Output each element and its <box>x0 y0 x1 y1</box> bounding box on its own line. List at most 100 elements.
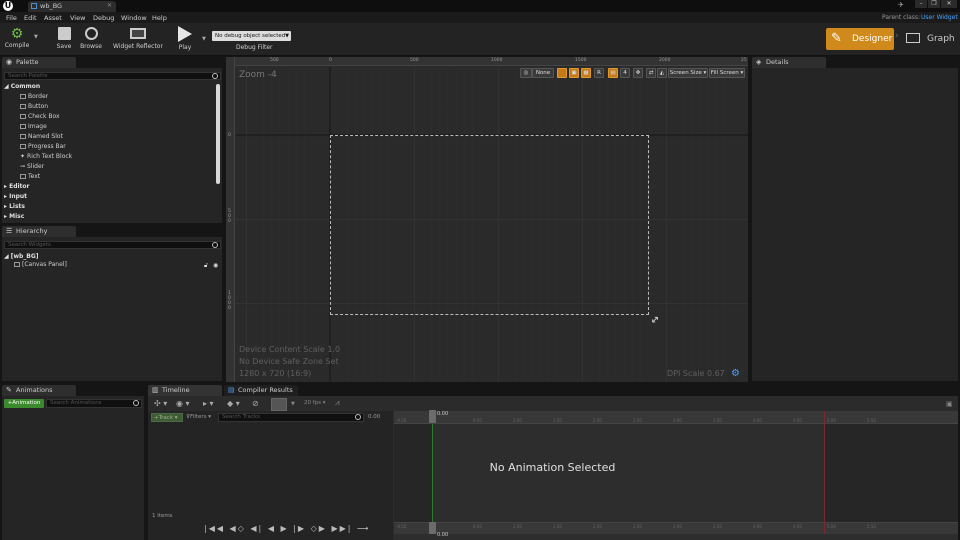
palette-category-common[interactable]: ◢ Common <box>4 82 40 92</box>
play-range-icon[interactable]: ▸ ▾ <box>203 399 214 408</box>
fill-screen-dropdown[interactable]: Fill Screen ▾ <box>709 68 745 78</box>
hierarchy-search-input[interactable]: Search Widgets <box>4 241 221 249</box>
widget-reflector-button[interactable]: Widget Reflector <box>112 25 164 55</box>
palette-search-input[interactable]: Search Palette <box>4 72 221 80</box>
jump-end-icon[interactable]: ▶▶| <box>331 524 352 533</box>
menu-window[interactable]: Window <box>121 14 147 22</box>
palette-item-border[interactable]: Border <box>20 92 48 102</box>
ruler-tick-label: 3.50 <box>713 524 722 529</box>
toggle-button-1[interactable] <box>557 68 567 78</box>
compile-options-arrow-icon[interactable]: ▼ <box>34 34 38 40</box>
parent-class-link[interactable]: User Widget <box>921 14 958 21</box>
browse-button[interactable]: Browse <box>78 25 104 55</box>
play-forward-icon[interactable]: ▶ <box>281 524 289 533</box>
palette-item-rich-text-block[interactable]: ✦ Rich Text Block <box>20 152 72 162</box>
widget-tools-icon[interactable]: ◎ <box>520 68 532 78</box>
title-bar: U wb_BG ✕ ✈ – ❐ ✕ <box>0 0 960 12</box>
settings-toggle-icon[interactable]: ▣ <box>946 400 953 408</box>
key-tools-icon[interactable]: ✣ ▾ <box>154 399 167 408</box>
designer-mode-button[interactable]: ✎ Designer <box>826 28 894 50</box>
tab-animations[interactable]: ✎ Animations <box>2 385 76 396</box>
menu-asset[interactable]: Asset <box>44 14 62 22</box>
step-forward-icon[interactable]: |▶ <box>293 524 306 533</box>
grid-snap-value[interactable]: 4 <box>620 68 630 78</box>
palette-item-button[interactable]: Button <box>20 102 48 112</box>
minimize-button[interactable]: – <box>915 0 927 8</box>
palette-category-input[interactable]: ▸ Input <box>4 192 27 202</box>
timeline-ruler-bottom: -0.50 0.50 1.00 1.50 2.00 2.50 3.00 3.50… <box>394 522 958 534</box>
tab-palette[interactable]: ◉ Palette <box>2 57 76 68</box>
menu-file[interactable]: File <box>6 14 17 22</box>
track-search-input[interactable]: Search Tracks <box>218 413 364 422</box>
tab-compiler-results[interactable]: ▤ Compiler Results <box>224 385 298 396</box>
maximize-button[interactable]: ❐ <box>928 0 940 8</box>
jump-start-icon[interactable]: |◀◀ <box>204 524 225 533</box>
play-reverse-icon[interactable]: ◀ <box>268 524 276 533</box>
playhead-bottom[interactable] <box>429 522 436 534</box>
lock-toggle-icon[interactable]: ▣ <box>569 68 579 78</box>
compile-button[interactable]: ⚙ Compile <box>2 25 32 55</box>
designer-viewport[interactable]: 500 0 500 1000 1500 2000 25 0 5 0 0 1 0 … <box>226 57 748 382</box>
fps-dropdown[interactable]: 20 fps ▾ <box>304 400 326 406</box>
prev-key-icon[interactable]: ◀◇ <box>230 524 246 533</box>
palette-item-progress-bar[interactable]: Progress Bar <box>20 142 66 152</box>
palette-category-misc[interactable]: ▸ Misc <box>4 212 24 222</box>
palette-item-slider[interactable]: ⊸ Slider <box>20 162 44 172</box>
palette-item-image[interactable]: Image <box>20 122 47 132</box>
close-tab-icon[interactable]: ✕ <box>107 2 112 9</box>
palette-scrollbar[interactable] <box>216 84 220 184</box>
playhead-top[interactable] <box>429 410 436 423</box>
rich-text-icon: ✦ <box>20 153 26 160</box>
playback-start-marker[interactable] <box>432 424 433 522</box>
snap-toggle-icon[interactable]: ▤ <box>608 68 618 78</box>
debug-object-select[interactable]: No debug object selected ▼ <box>212 31 291 41</box>
visibility-eye-icon[interactable]: ◉ <box>213 262 218 269</box>
menu-view[interactable]: View <box>70 14 85 22</box>
add-animation-button[interactable]: +Animation <box>4 399 44 408</box>
snap-button[interactable] <box>271 398 287 411</box>
graph-mode-button[interactable]: Graph <box>904 28 958 50</box>
tab-hierarchy[interactable]: ☰ Hierarchy <box>2 226 76 237</box>
hierarchy-canvas-panel[interactable]: [Canvas Panel] <box>14 260 67 270</box>
save-button[interactable]: Save <box>52 25 76 55</box>
palette-item-named-slot[interactable]: Named Slot <box>20 132 63 142</box>
camera-icon[interactable]: ◉ ▾ <box>176 399 190 408</box>
menu-debug[interactable]: Debug <box>93 14 114 22</box>
close-window-button[interactable]: ✕ <box>941 0 957 8</box>
transform-icon[interactable]: ✥ <box>633 68 643 78</box>
animations-search-input[interactable]: Search Animations <box>46 399 142 408</box>
tab-details[interactable]: ◈ Details <box>752 57 826 68</box>
current-time-value[interactable]: 0.00 <box>368 414 380 420</box>
curve-editor-icon[interactable]: ⩘ <box>335 398 340 408</box>
canvas-bounds[interactable] <box>330 135 649 315</box>
palette-category-editor[interactable]: ▸ Editor <box>4 182 30 192</box>
auto-key-icon[interactable]: ⊘ <box>252 399 259 408</box>
step-back-icon[interactable]: ◀| <box>250 524 263 533</box>
dpi-settings-gear-icon[interactable]: ⚙ <box>731 368 740 379</box>
notification-icon[interactable]: ✈ <box>898 1 908 10</box>
palette-item-check-box[interactable]: Check Box <box>20 112 60 122</box>
next-key-icon[interactable]: ◇▶ <box>311 524 327 533</box>
play-button[interactable]: Play <box>172 25 198 55</box>
lock-icon[interactable]: 🔓︎ <box>204 262 208 270</box>
palette-category-lists[interactable]: ▸ Lists <box>4 202 25 212</box>
playback-end-marker[interactable] <box>824 411 825 534</box>
play-options-arrow-icon[interactable]: ▼ <box>202 36 206 42</box>
keyframe-icon[interactable]: ◆ ▾ <box>227 399 240 408</box>
screen-size-dropdown[interactable]: Screen Size ▾ <box>668 68 708 78</box>
respect-locks-button[interactable]: R <box>594 68 604 78</box>
palette-item-text[interactable]: Text <box>20 172 40 182</box>
filters-dropdown[interactable]: ⊽Filters ▾ <box>186 414 211 420</box>
preview-none-button[interactable]: None <box>532 68 554 78</box>
flip-icon[interactable]: ⇄ <box>646 68 656 78</box>
dpi-icon[interactable]: ◭ <box>657 68 667 78</box>
menu-help[interactable]: Help <box>152 14 167 22</box>
out-of-range-left <box>394 424 432 522</box>
tab-timeline[interactable]: ▥ Timeline <box>148 385 222 396</box>
loop-icon[interactable]: ⟶ <box>357 524 370 533</box>
document-tab[interactable]: wb_BG ✕ <box>28 1 116 12</box>
add-track-button[interactable]: +Track ▾ <box>151 413 183 422</box>
menu-edit[interactable]: Edit <box>24 14 37 22</box>
grid-toggle-icon[interactable]: ▦ <box>581 68 591 78</box>
snap-options-arrow-icon[interactable]: ▼ <box>291 401 295 407</box>
